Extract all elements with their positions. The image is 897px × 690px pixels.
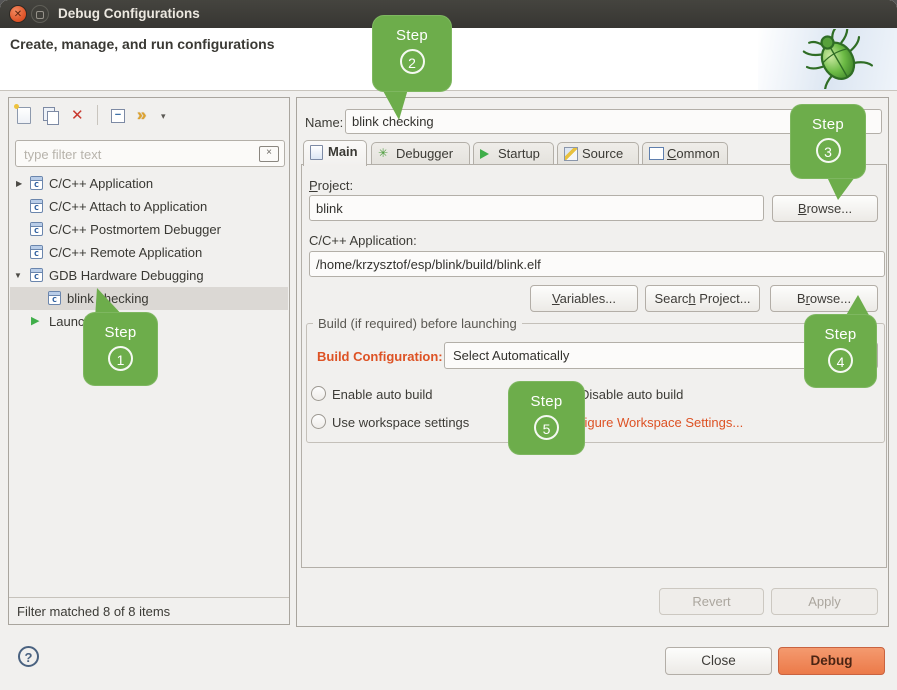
- debugger-icon: ✳: [378, 147, 388, 160]
- duplicate-icon[interactable]: [43, 107, 59, 125]
- tab-main[interactable]: Main: [303, 140, 367, 166]
- step-4-callout: Step 4: [804, 314, 877, 388]
- c-application-icon: c: [48, 291, 61, 305]
- step-3-callout: Step 3: [790, 104, 866, 179]
- window-title: Debug Configurations: [58, 0, 200, 28]
- tree-item-gdb-hardware[interactable]: ▼ c GDB Hardware Debugging: [10, 264, 288, 287]
- step-1-callout: Step 1: [83, 312, 158, 386]
- tree-item-remote[interactable]: c C/C++ Remote Application: [10, 241, 288, 264]
- main-page-icon: [310, 145, 323, 160]
- step-5-number: 5: [534, 415, 559, 440]
- filter-field-wrap: ×: [15, 140, 285, 167]
- filter-icon[interactable]: »: [137, 107, 146, 125]
- step-3-number: 3: [816, 138, 841, 163]
- filter-dropdown-caret-icon[interactable]: ▾: [161, 107, 166, 125]
- new-configuration-icon[interactable]: [17, 107, 31, 125]
- tree-item-postmortem[interactable]: c C/C++ Postmortem Debugger: [10, 218, 288, 241]
- apply-button[interactable]: Apply: [771, 588, 878, 615]
- bug-icon: [797, 29, 877, 89]
- close-button[interactable]: Close: [665, 647, 772, 675]
- tab-source[interactable]: Source: [557, 142, 639, 165]
- tree-item-blink-checking[interactable]: c blink checking: [10, 287, 288, 310]
- c-application-icon: c: [30, 176, 43, 190]
- maximize-window-icon[interactable]: [31, 5, 49, 23]
- common-icon: [649, 147, 664, 160]
- step-5-callout: Step 5: [508, 381, 585, 455]
- filter-status: Filter matched 8 of 8 items: [9, 597, 289, 624]
- debug-button[interactable]: Debug: [778, 647, 885, 675]
- expander-collapsed-icon[interactable]: ▶: [16, 172, 22, 195]
- maximize-glyph: [36, 11, 44, 19]
- name-label: Name:: [305, 115, 343, 130]
- tab-debugger[interactable]: ✳ Debugger: [371, 142, 470, 165]
- delete-icon[interactable]: ✕: [71, 107, 84, 125]
- dialog-subtitle: Create, manage, and run configurations: [10, 36, 275, 52]
- revert-button[interactable]: Revert: [659, 588, 764, 615]
- debug-configurations-dialog: ✕ Debug Configurations Create, manage, a…: [0, 0, 897, 690]
- close-window-icon[interactable]: ✕: [9, 5, 27, 23]
- step-2-number: 2: [400, 49, 425, 74]
- tree-item-attach[interactable]: c C/C++ Attach to Application: [10, 195, 288, 218]
- source-icon: [564, 147, 578, 161]
- tab-content-area: [301, 164, 887, 568]
- toolbar-separator: [97, 105, 98, 125]
- help-icon[interactable]: ?: [18, 646, 39, 667]
- tab-common[interactable]: Common: [642, 142, 728, 165]
- clear-filter-icon[interactable]: ×: [259, 146, 279, 162]
- c-application-icon: c: [30, 245, 43, 259]
- step-4-number: 4: [828, 348, 853, 373]
- step-1-number: 1: [108, 346, 133, 371]
- startup-play-icon: [480, 149, 489, 159]
- filter-input[interactable]: [22, 142, 256, 167]
- expander-expanded-icon[interactable]: ▼: [14, 264, 22, 287]
- c-application-icon: c: [30, 199, 43, 213]
- step-2-callout: Step 2: [372, 15, 452, 92]
- tree-item-capp-application[interactable]: ▶ c C/C++ Application: [10, 172, 288, 195]
- tab-startup[interactable]: Startup: [473, 142, 554, 165]
- c-application-icon: c: [30, 268, 43, 282]
- launch-group-icon: ▶: [31, 310, 39, 333]
- c-application-icon: c: [30, 222, 43, 236]
- collapse-all-icon[interactable]: −: [111, 109, 125, 127]
